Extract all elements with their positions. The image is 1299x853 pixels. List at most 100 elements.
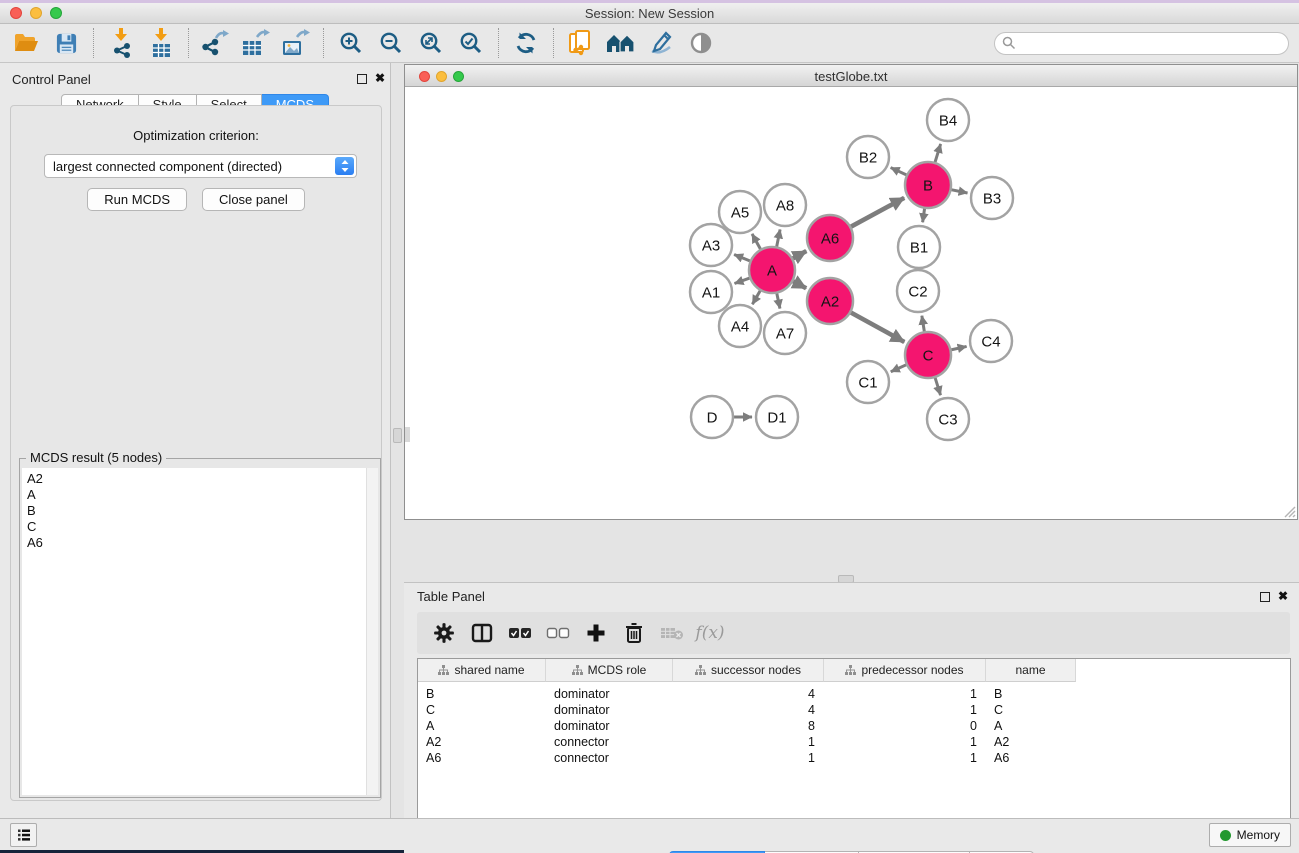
close-panel-icon[interactable]: ✖	[375, 71, 385, 85]
node-B2[interactable]: B2	[847, 136, 889, 178]
edge-B-B4[interactable]	[935, 144, 941, 163]
edge-A-A2[interactable]	[792, 281, 806, 288]
node-D[interactable]: D	[691, 396, 733, 438]
table-cell[interactable]: dominator	[546, 718, 673, 734]
network-frame-titlebar[interactable]: testGlobe.txt	[405, 65, 1297, 87]
memory-button[interactable]: Memory	[1209, 823, 1291, 847]
edge-A-A8[interactable]	[777, 230, 781, 248]
node-B1[interactable]: B1	[898, 226, 940, 268]
result-item[interactable]: C	[27, 519, 366, 535]
delete-column-button[interactable]	[615, 616, 653, 650]
import-network-button[interactable]	[101, 26, 141, 60]
edge-A-A4[interactable]	[752, 290, 760, 304]
table-cell[interactable]: A6	[986, 750, 1076, 766]
open-session-button[interactable]	[6, 26, 46, 60]
table-cell[interactable]: A2	[418, 734, 546, 750]
zoom-in-button[interactable]	[331, 26, 371, 60]
edge-A-A7[interactable]	[777, 293, 780, 309]
node-C4[interactable]: C4	[970, 320, 1012, 362]
export-table-button[interactable]	[236, 26, 276, 60]
table-cell[interactable]: 1	[824, 686, 986, 702]
table-cell[interactable]: A	[418, 718, 546, 734]
table-cell[interactable]: dominator	[546, 686, 673, 702]
houses-button[interactable]	[601, 26, 641, 60]
select-all-button[interactable]	[501, 616, 539, 650]
table-cell[interactable]: B	[418, 686, 546, 702]
node-A7[interactable]: A7	[764, 312, 806, 354]
node-B[interactable]: B	[905, 162, 951, 208]
network-canvas[interactable]: B4B2BB3A5A8A6B1A3AC2A1A2A4A7C4CC1C3DD1	[405, 87, 1297, 519]
table-cell[interactable]: B	[986, 686, 1076, 702]
table-cell[interactable]: connector	[546, 734, 673, 750]
vertical-splitter-grip[interactable]	[393, 428, 402, 443]
node-B3[interactable]: B3	[971, 177, 1013, 219]
result-item[interactable]: B	[27, 503, 366, 519]
node-A6[interactable]: A6	[807, 215, 853, 261]
table-cell[interactable]: 0	[824, 718, 986, 734]
edge-C-C4[interactable]	[950, 346, 966, 350]
edge-A6-B[interactable]	[850, 198, 904, 227]
zoom-out-button[interactable]	[371, 26, 411, 60]
create-column-button[interactable]	[577, 616, 615, 650]
edge-C-C3[interactable]	[935, 377, 941, 395]
delete-table-button[interactable]	[653, 616, 691, 650]
criterion-select[interactable]: largest connected component (directed)	[44, 154, 357, 178]
node-A2[interactable]: A2	[807, 278, 853, 324]
deselect-all-button[interactable]	[539, 616, 577, 650]
edge-A2-C[interactable]	[850, 312, 904, 342]
column-header-shared-name[interactable]: shared name	[418, 659, 546, 682]
node-C3[interactable]: C3	[927, 398, 969, 440]
vertical-splitter[interactable]	[391, 63, 404, 818]
table-cell[interactable]: A	[986, 718, 1076, 734]
edge-A-A6[interactable]	[792, 251, 806, 259]
function-builder-button[interactable]: f(x)	[691, 616, 729, 650]
node-C1[interactable]: C1	[847, 361, 889, 403]
zoom-selected-button[interactable]	[451, 26, 491, 60]
column-header-name[interactable]: name	[986, 659, 1076, 682]
edge-B-B3[interactable]	[951, 190, 968, 193]
table-cell[interactable]: A6	[418, 750, 546, 766]
result-item[interactable]: A2	[27, 471, 366, 487]
result-item[interactable]: A6	[27, 535, 366, 551]
node-A3[interactable]: A3	[690, 224, 732, 266]
node-C[interactable]: C	[905, 332, 951, 378]
run-mcds-button[interactable]: Run MCDS	[87, 188, 187, 211]
search-input[interactable]	[994, 32, 1289, 55]
table-cell[interactable]: 4	[673, 702, 824, 718]
edge-A-A1[interactable]	[735, 278, 751, 284]
float-table-panel-icon[interactable]	[1260, 592, 1270, 602]
node-A1[interactable]: A1	[690, 271, 732, 313]
column-header-MCDS-role[interactable]: MCDS role	[546, 659, 673, 682]
network-from-file-button[interactable]	[561, 26, 601, 60]
window-titlebar[interactable]: Session: New Session	[0, 3, 1299, 24]
close-table-panel-icon[interactable]: ✖	[1278, 589, 1288, 603]
node-A8[interactable]: A8	[764, 184, 806, 226]
table-cell[interactable]: 1	[673, 750, 824, 766]
eye-button[interactable]	[681, 26, 721, 60]
table-cell[interactable]: 1	[824, 734, 986, 750]
table-cell[interactable]: 1	[673, 734, 824, 750]
edge-C-C2[interactable]	[922, 316, 925, 333]
table-cell[interactable]: A2	[986, 734, 1076, 750]
edge-B-B2[interactable]	[891, 168, 908, 176]
column-header-predecessor-nodes[interactable]: predecessor nodes	[824, 659, 986, 682]
node-C2[interactable]: C2	[897, 270, 939, 312]
table-settings-button[interactable]	[425, 616, 463, 650]
table-cell[interactable]: 1	[824, 702, 986, 718]
table-cell[interactable]: C	[986, 702, 1076, 718]
result-list-scrollbar[interactable]	[366, 468, 378, 795]
task-history-button[interactable]	[10, 823, 37, 847]
edge-C-C1[interactable]	[891, 364, 907, 371]
edge-B-B1[interactable]	[923, 208, 925, 222]
table-cell[interactable]: connector	[546, 750, 673, 766]
refresh-view-button[interactable]	[506, 26, 546, 60]
column-header-successor-nodes[interactable]: successor nodes	[673, 659, 824, 682]
export-image-button[interactable]	[276, 26, 316, 60]
save-session-button[interactable]	[46, 26, 86, 60]
table-cell[interactable]: 1	[824, 750, 986, 766]
frame-resize-grip[interactable]	[1282, 504, 1296, 518]
close-panel-button[interactable]: Close panel	[202, 188, 305, 211]
edge-A-A5[interactable]	[752, 234, 761, 250]
edge-A-A3[interactable]	[734, 254, 751, 261]
float-panel-icon[interactable]	[357, 74, 367, 84]
